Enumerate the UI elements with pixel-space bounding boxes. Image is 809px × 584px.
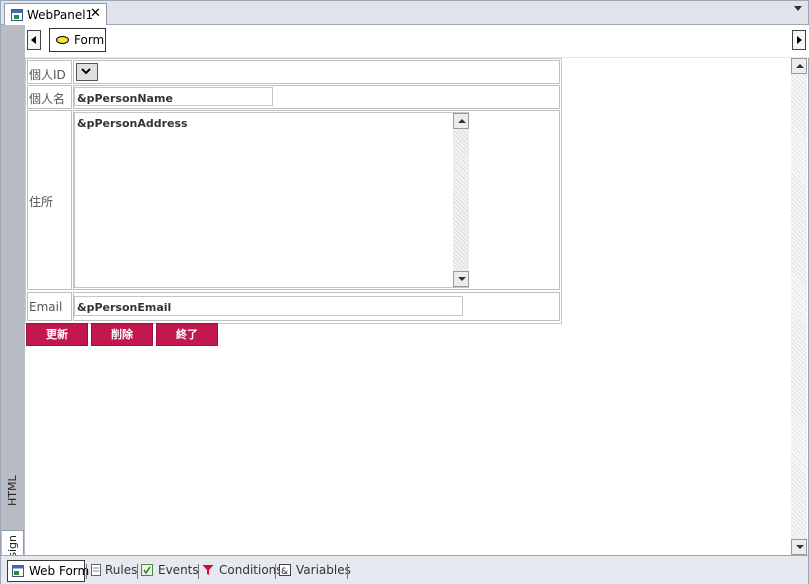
textarea-scroll-down-button[interactable] xyxy=(453,271,469,287)
form-breadcrumb-item[interactable]: Form xyxy=(49,28,106,52)
chevron-down-icon xyxy=(81,68,91,75)
right-arrow-icon xyxy=(797,36,802,44)
tab-web-form-label: Web Form xyxy=(29,564,90,578)
person-email-field[interactable]: &pPersonEmail xyxy=(74,296,463,316)
scroll-down-button[interactable] xyxy=(791,539,807,555)
oval-icon xyxy=(56,36,69,44)
tab-list-dropdown-icon[interactable] xyxy=(794,6,802,11)
tab-events-label: Events xyxy=(158,563,199,577)
bottom-tab-bar: Web Form Rules Events Conditions & Varia… xyxy=(1,555,808,584)
tab-rules[interactable]: Rules xyxy=(86,560,138,582)
tab-variables[interactable]: & Variables xyxy=(275,560,351,582)
person-address-textarea[interactable]: &pPersonAddress xyxy=(74,112,469,288)
close-icon[interactable]: ✕ xyxy=(90,6,101,21)
person-name-field[interactable]: &pPersonName xyxy=(74,87,273,106)
back-button[interactable] xyxy=(27,30,41,50)
variables-icon: & xyxy=(279,564,291,576)
scroll-down-icon xyxy=(796,545,804,549)
tab-rules-label: Rules xyxy=(105,563,138,577)
web-form-icon xyxy=(12,565,24,577)
delete-button[interactable]: 削除 xyxy=(91,323,153,346)
tab-html[interactable]: HTML xyxy=(6,475,19,506)
person-name-label: 個人名 xyxy=(29,92,66,106)
tab-conditions[interactable]: Conditions xyxy=(198,560,283,582)
person-address-label: 住所 xyxy=(29,195,54,209)
vertical-scrollbar[interactable] xyxy=(791,58,807,555)
scroll-down-icon xyxy=(458,277,466,281)
scroll-up-icon xyxy=(796,64,804,68)
textarea-scrollbar[interactable] xyxy=(453,113,469,287)
left-arrow-icon xyxy=(31,36,36,44)
document-tab-strip: WebPanel1 ✕ xyxy=(1,1,808,26)
person-address-value: &pPersonAddress xyxy=(77,117,188,130)
document-tab[interactable]: WebPanel1 ✕ xyxy=(4,3,107,26)
tab-conditions-label: Conditions xyxy=(219,563,283,577)
editor-window: WebPanel1 ✕ HTML Design Form 個人ID 個人名 &p… xyxy=(0,0,809,584)
tab-variables-label: Variables xyxy=(296,563,351,577)
document-tab-title: WebPanel1 xyxy=(27,8,94,22)
value-cell xyxy=(73,60,560,84)
rules-icon xyxy=(91,564,101,576)
person-id-combo[interactable] xyxy=(76,63,98,81)
tab-web-form[interactable]: Web Form xyxy=(7,560,89,582)
filter-icon xyxy=(202,565,214,575)
forward-button[interactable] xyxy=(792,30,806,50)
person-id-label: 個人ID xyxy=(29,68,66,82)
web-panel-icon xyxy=(11,9,23,21)
tab-events[interactable]: Events xyxy=(137,560,199,582)
form-breadcrumb-label: Form xyxy=(74,33,105,47)
update-button[interactable]: 更新 xyxy=(26,323,88,346)
finish-button[interactable]: 終了 xyxy=(156,323,218,346)
tab-separator xyxy=(347,564,348,579)
breadcrumb: Form xyxy=(25,25,809,58)
svg-text:&: & xyxy=(281,567,288,576)
events-icon xyxy=(141,564,153,576)
textarea-scroll-up-button[interactable] xyxy=(453,113,469,129)
view-side-strip: HTML Design xyxy=(1,25,25,577)
scroll-up-icon xyxy=(458,119,466,123)
scroll-up-button[interactable] xyxy=(791,58,807,74)
person-email-label: Email xyxy=(29,300,63,314)
